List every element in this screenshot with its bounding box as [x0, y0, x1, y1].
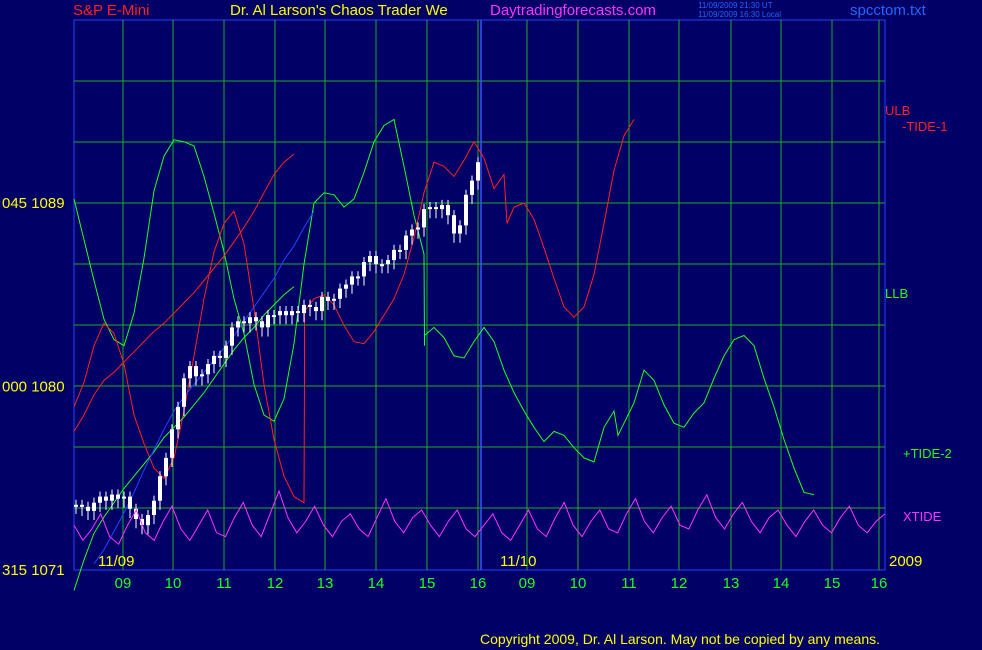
price-bar-47: [356, 276, 360, 279]
price-bar-33: [272, 315, 276, 318]
price-bar-48: [362, 262, 366, 277]
price-bar-0: [74, 504, 78, 507]
price-bar-29: [248, 317, 252, 324]
price-bar-63: [452, 215, 456, 234]
y-tick-label-0: 045 1089: [2, 195, 65, 212]
price-bar-45: [344, 284, 348, 289]
series-label-1: -TIDE-1: [902, 119, 948, 134]
x-tick-label-13: 14: [773, 575, 790, 592]
price-bar-35: [284, 311, 288, 316]
price-bar-55: [404, 235, 408, 250]
date-label-2: 2009: [889, 553, 922, 570]
price-bar-60: [434, 207, 438, 210]
price-bar-54: [398, 249, 402, 252]
price-bar-9: [128, 496, 132, 509]
price-bar-19: [188, 366, 192, 379]
price-bar-15: [164, 457, 168, 477]
price-bar-5: [104, 496, 108, 501]
price-bar-14: [158, 476, 162, 501]
price-bar-24: [218, 355, 222, 358]
series-label-3: +TIDE-2: [903, 446, 952, 461]
x-tick-label-3: 12: [267, 575, 284, 592]
price-bar-39: [308, 304, 312, 307]
x-tick-label-12: 13: [723, 575, 740, 592]
price-bar-41: [320, 296, 324, 312]
price-bar-4: [98, 496, 102, 503]
x-tick-label-8: 09: [519, 575, 536, 592]
series-label-2: LLB: [885, 286, 908, 301]
price-bar-13: [152, 500, 156, 515]
price-bar-62: [446, 205, 450, 216]
date-label-1: 11/10: [500, 553, 536, 570]
chart-canvas: 045 1089 000 1080 315 1071 09 10 11 12 13 14 15 16…: [2, 19, 952, 592]
price-bar-27: [236, 321, 240, 328]
price-bar-58: [422, 209, 426, 228]
price-bar-3: [92, 502, 96, 511]
series-tide2-line: [73, 118, 815, 496]
price-bar-17: [176, 406, 180, 430]
price-bar-65: [464, 194, 468, 226]
x-tick-label-10: 11: [621, 575, 637, 592]
price-bar-61: [440, 205, 444, 210]
price-bar-8: [122, 496, 126, 499]
plot-frame: [73, 19, 886, 571]
x-tick-label-14: 15: [824, 575, 841, 592]
x-tick-label-4: 13: [317, 575, 334, 592]
x-tick-label-6: 15: [419, 575, 436, 592]
x-tick-label-11: 12: [671, 575, 688, 592]
price-bar-46: [350, 276, 354, 285]
price-bar-67: [476, 162, 480, 181]
x-tick-label-15: 16: [871, 575, 888, 592]
price-bar-12: [146, 515, 150, 526]
price-bar-57: [416, 227, 420, 230]
price-bar-2: [86, 506, 90, 511]
price-bar-42: [326, 296, 330, 301]
price-bar-21: [200, 374, 204, 377]
price-bar-20: [194, 366, 198, 377]
x-tick-label-2: 11: [216, 575, 232, 592]
price-bar-16: [170, 429, 174, 458]
date-label-0: 11/09: [98, 553, 134, 570]
price-bar-31: [260, 321, 264, 328]
price-bar-51: [380, 264, 384, 267]
x-tick-label-9: 10: [570, 575, 587, 592]
price-bar-22: [206, 364, 210, 375]
price-bar-37: [296, 311, 300, 314]
series-label-0: ULB: [885, 103, 910, 118]
price-bar-56: [410, 229, 414, 236]
price-bar-52: [386, 260, 390, 265]
x-tick-label-7: 16: [470, 575, 487, 592]
x-tick-label-1: 10: [165, 575, 182, 592]
price-bar-7: [116, 494, 120, 499]
price-bar-53: [392, 249, 396, 261]
price-bar-43: [332, 298, 336, 301]
price-bar-25: [224, 345, 228, 358]
price-bar-38: [302, 304, 306, 314]
price-bar-1: [80, 504, 84, 507]
price-bar-18: [182, 378, 186, 407]
price-bar-66: [470, 180, 474, 195]
copyright-footer: Copyright 2009, Dr. Al Larson. May not b…: [480, 631, 881, 647]
price-bar-30: [254, 317, 258, 322]
price-bar-26: [230, 327, 234, 346]
y-tick-label-2: 315 1071: [2, 562, 65, 579]
x-tick-label-5: 14: [368, 575, 385, 592]
price-bar-50: [374, 256, 378, 265]
price-bar-49: [368, 256, 372, 263]
price-bar-32: [266, 315, 270, 328]
price-bar-28: [242, 321, 246, 324]
price-bar-44: [338, 288, 342, 299]
price-bar-6: [110, 494, 114, 501]
x-tick-label-0: 09: [115, 575, 132, 592]
y-tick-label-1: 000 1080: [2, 379, 65, 396]
price-bar-34: [278, 311, 282, 316]
price-bar-36: [290, 311, 294, 316]
series-label-4: XTIDE: [903, 509, 942, 524]
series-xtide-line: [73, 489, 886, 546]
price-bar-64: [458, 225, 462, 234]
price-bar-40: [314, 307, 318, 312]
price-bar-23: [212, 355, 216, 365]
price-bar-59: [428, 207, 432, 210]
